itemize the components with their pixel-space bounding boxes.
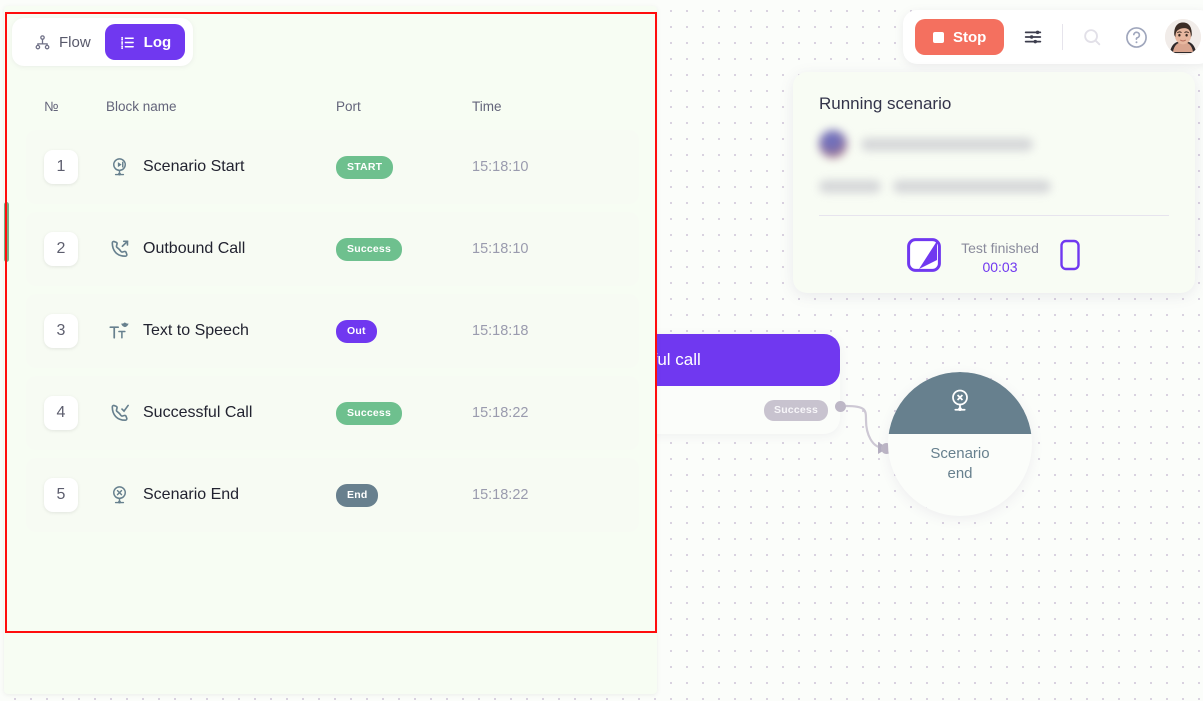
end-label-line1: Scenario bbox=[930, 445, 990, 462]
log-panel: Flow Log № Block name Port Time 1 Scenar… bbox=[4, 6, 657, 694]
row-time: 15:18:22 bbox=[472, 487, 529, 503]
table-row[interactable]: 1 Scenario Start START 15:18:10 bbox=[26, 130, 639, 204]
row-number: 3 bbox=[44, 314, 78, 348]
toolbar-divider bbox=[1062, 24, 1064, 50]
stop-square-icon bbox=[933, 31, 944, 43]
scenario-name-blurred bbox=[861, 137, 1033, 151]
row-port-badge: Success bbox=[336, 401, 403, 425]
phone-icon[interactable] bbox=[1059, 239, 1081, 276]
row-block-name: Scenario End bbox=[143, 486, 240, 503]
row-number: 4 bbox=[44, 396, 78, 430]
row-number: 5 bbox=[44, 478, 78, 512]
log-table: № Block name Port Time 1 Scenario Start … bbox=[26, 82, 639, 630]
outbound-call-icon bbox=[106, 236, 132, 262]
panel-scroll-rail[interactable] bbox=[4, 202, 9, 262]
row-block-name: Scenario Start bbox=[143, 158, 245, 175]
sliders-icon[interactable] bbox=[1018, 22, 1048, 52]
row-block-name: Text to Speech bbox=[143, 322, 249, 339]
scenario-end-icon bbox=[946, 387, 974, 420]
table-row[interactable]: 5 Scenario End End 15:18:22 bbox=[26, 458, 639, 532]
running-scenario-card: Running scenario Test finished 00:03 bbox=[793, 72, 1195, 293]
tab-log-label: Log bbox=[143, 33, 172, 51]
column-header-port: Port bbox=[336, 98, 361, 114]
scenario-identity-row bbox=[819, 130, 1169, 158]
hierarchy-icon bbox=[34, 34, 51, 51]
row-number: 1 bbox=[44, 150, 78, 184]
row-port-badge: START bbox=[336, 155, 394, 179]
flow-node-scenario-end[interactable]: Scenario end bbox=[888, 372, 1032, 516]
scenario-start-icon bbox=[106, 154, 132, 180]
question-circle-icon[interactable] bbox=[1121, 22, 1151, 52]
tab-flow-label: Flow bbox=[59, 33, 91, 51]
view-tab-bar: Flow Log bbox=[12, 18, 194, 66]
scenario-end-icon bbox=[106, 482, 132, 508]
successful-call-icon bbox=[106, 400, 132, 426]
card-divider bbox=[819, 215, 1169, 216]
tab-flow[interactable]: Flow bbox=[20, 24, 105, 60]
column-header-time: Time bbox=[472, 98, 502, 114]
table-row[interactable]: 4 Successful Call Success 15:18:22 bbox=[26, 376, 639, 450]
row-number: 2 bbox=[44, 232, 78, 266]
stop-button-label: Stop bbox=[953, 28, 987, 46]
top-toolbar: Stop bbox=[903, 10, 1203, 64]
text-to-speech-icon bbox=[106, 318, 132, 344]
column-header-block-name: Block name bbox=[106, 98, 177, 114]
search-icon[interactable] bbox=[1077, 22, 1107, 52]
scenario-meta-row bbox=[819, 180, 1169, 193]
column-header-no: № bbox=[44, 98, 59, 114]
running-scenario-title: Running scenario bbox=[819, 94, 952, 113]
row-time: 15:18:18 bbox=[472, 323, 529, 339]
row-port-badge: Success bbox=[336, 237, 403, 261]
scenario-badge-icon bbox=[907, 238, 941, 277]
stop-button[interactable]: Stop bbox=[915, 19, 1005, 55]
app-root: ...essful call Success bbox=[0, 0, 1203, 701]
flow-node-end-label: Scenario end bbox=[888, 444, 1032, 484]
flow-port-out-dot[interactable] bbox=[835, 401, 846, 412]
flow-node-port-badge[interactable]: Success bbox=[763, 399, 828, 421]
scenario-meta-value-blurred bbox=[893, 180, 1051, 193]
running-scenario-footer: Test finished 00:03 bbox=[819, 238, 1169, 277]
test-status-label: Test finished bbox=[961, 239, 1039, 256]
row-port-badge: Out bbox=[336, 319, 377, 343]
row-time: 15:18:10 bbox=[472, 159, 529, 175]
scenario-avatar-blurred bbox=[819, 130, 847, 158]
scenario-meta-label-blurred bbox=[819, 180, 881, 193]
tab-log[interactable]: Log bbox=[104, 24, 186, 60]
row-port-badge: End bbox=[336, 483, 379, 507]
table-row[interactable]: 3 Text to Speech Out 15:18:18 bbox=[26, 294, 639, 368]
row-time: 15:18:10 bbox=[472, 241, 529, 257]
flow-node-end-cap bbox=[888, 372, 1032, 434]
end-label-line2: end bbox=[947, 465, 973, 482]
row-block-name: Outbound Call bbox=[143, 240, 246, 257]
row-time: 15:18:22 bbox=[472, 405, 529, 421]
test-status-time: 00:03 bbox=[982, 258, 1018, 275]
list-icon bbox=[119, 34, 136, 51]
log-table-header: № Block name Port Time bbox=[26, 82, 639, 130]
row-block-name: Successful Call bbox=[143, 404, 253, 421]
user-avatar[interactable] bbox=[1165, 19, 1202, 55]
table-row[interactable]: 2 Outbound Call Success 15:18:10 bbox=[26, 212, 639, 286]
